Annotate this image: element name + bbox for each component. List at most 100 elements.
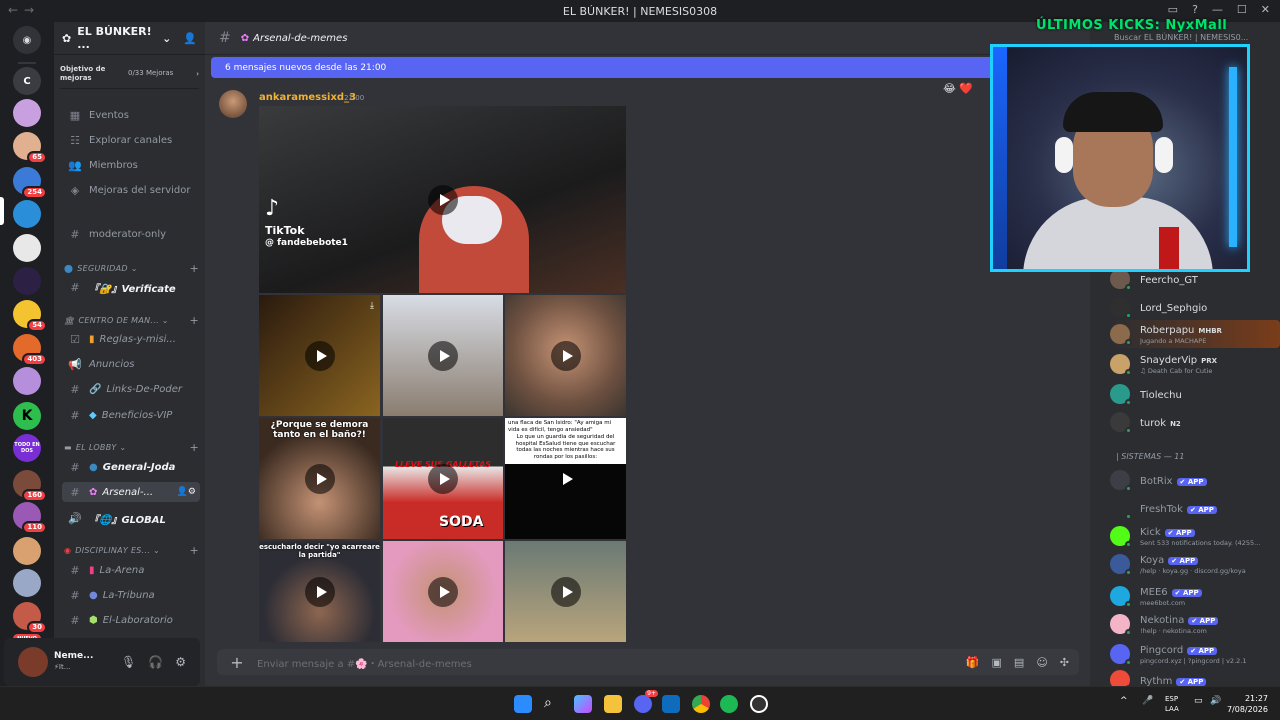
- search-input[interactable]: Buscar EL BÚNKER! | NEMESIS0...: [1114, 33, 1248, 42]
- member-item[interactable]: Roberpapu MHBR Jugando a MACHAPE: [1110, 320, 1280, 348]
- bot-member-item[interactable]: Kick ✔ APP Sent 533 notifications today. (…: [1110, 524, 1280, 548]
- category-seguridad[interactable]: ⬤ SEGURIDAD ⌄ +: [64, 262, 199, 275]
- play-icon[interactable]: [428, 340, 458, 371]
- category-disciplina[interactable]: ◉ DISCIPLINAY ES... ⌄ +: [64, 544, 199, 557]
- channel-la-arena[interactable]: # ▮ La-Arena: [62, 560, 200, 580]
- spotify-icon[interactable]: [720, 695, 738, 713]
- add-member-icon[interactable]: 👤: [183, 32, 197, 45]
- chevron-down-icon[interactable]: ⌄: [162, 32, 171, 45]
- copilot-icon[interactable]: [574, 695, 592, 713]
- server-icon[interactable]: [13, 367, 41, 395]
- media-video-7[interactable]: una flaca de San Isidro: "Ay amiga mi vi…: [505, 418, 626, 539]
- download-icon[interactable]: ⤓: [370, 301, 374, 311]
- discord-icon[interactable]: 9+: [634, 690, 658, 713]
- play-icon[interactable]: [551, 464, 581, 494]
- play-icon[interactable]: [304, 340, 335, 371]
- network-icon[interactable]: ▭: [1194, 696, 1203, 706]
- server-icon[interactable]: 254: [13, 167, 47, 199]
- server-icon[interactable]: 160: [13, 470, 47, 502]
- microphone-icon[interactable]: 🎙: [121, 655, 136, 669]
- message-avatar[interactable]: [219, 90, 247, 118]
- composer-input[interactable]: Enviar mensaje a #🌸・Arsenal-de-memes: [257, 655, 472, 670]
- add-attachment-button[interactable]: +: [217, 653, 257, 672]
- reaction-heart[interactable]: ❤️: [959, 82, 973, 95]
- server-icon[interactable]: [13, 569, 41, 597]
- emoji-icon[interactable]: ☺: [1036, 656, 1047, 669]
- minimize-button[interactable]: —: [1212, 3, 1223, 16]
- gift-icon[interactable]: 🎁: [966, 656, 980, 669]
- discord-home-icon[interactable]: ◉: [13, 26, 41, 54]
- member-item[interactable]: turok N2: [1110, 410, 1280, 434]
- member-item[interactable]: Lord_Sephgio: [1110, 295, 1280, 319]
- obs-icon[interactable]: [750, 695, 768, 713]
- server-icon[interactable]: [13, 99, 41, 127]
- message-reactions[interactable]: 😂 ❤️: [943, 82, 973, 95]
- chrome-icon[interactable]: [692, 695, 710, 713]
- server-icon[interactable]: 54: [13, 300, 47, 332]
- member-item[interactable]: SnayderVip PRX ♫ Death Cab for Cutie: [1110, 352, 1280, 376]
- tray-chevron-icon[interactable]: ^: [1120, 696, 1128, 706]
- bot-member-item[interactable]: BotRix ✔ APP: [1110, 468, 1280, 492]
- sidebar-item-events[interactable]: ▦ Eventos: [62, 105, 200, 125]
- server-icon[interactable]: [13, 267, 41, 295]
- invite-icon[interactable]: 👤⚙: [177, 487, 196, 497]
- message-author[interactable]: ankaramessixd_3: [259, 92, 356, 103]
- clock[interactable]: 21:27 7/08/2026: [1227, 693, 1268, 715]
- channel-verificate[interactable]: # 『🔐』Verificate: [62, 277, 200, 297]
- avatar[interactable]: [18, 647, 48, 677]
- microphone-tray-icon[interactable]: 🎤: [1142, 696, 1153, 706]
- channel-general-joda[interactable]: # ● General-Joda: [62, 457, 200, 477]
- add-channel-icon[interactable]: +: [189, 262, 199, 275]
- media-video-4[interactable]: [505, 295, 626, 416]
- help-icon[interactable]: ?: [1192, 3, 1198, 16]
- reaction-laugh[interactable]: 😂: [943, 82, 956, 95]
- server-icon[interactable]: 30: [13, 602, 47, 634]
- media-video-5[interactable]: ¿Porque se demora tanto en el baño?!: [259, 418, 380, 539]
- gear-icon[interactable]: ⚙: [175, 655, 186, 669]
- channel-global[interactable]: 🔊 『🌐』GLOBAL: [62, 508, 200, 528]
- play-icon[interactable]: [304, 463, 335, 494]
- media-video-10[interactable]: [505, 541, 626, 642]
- channel-la-tribuna[interactable]: # ● La-Tribuna: [62, 585, 200, 605]
- server-icon[interactable]: K: [13, 402, 41, 430]
- language-indicator[interactable]: ESP LAA: [1165, 694, 1179, 714]
- add-channel-icon[interactable]: +: [189, 314, 199, 327]
- outlook-icon[interactable]: [662, 695, 680, 713]
- apps-icon[interactable]: ✣: [1060, 656, 1069, 669]
- bot-member-item[interactable]: MEE6 ✔ APP mee6bot.com: [1110, 584, 1280, 608]
- maximize-button[interactable]: ☐: [1237, 3, 1247, 16]
- category-lobby[interactable]: ▬ EL LOBBY ⌄ +: [64, 441, 199, 454]
- server-icon[interactable]: [13, 234, 41, 262]
- channel-el-laboratorio[interactable]: # ⬢ El-Laboratorio: [62, 610, 200, 630]
- message-composer[interactable]: + Enviar mensaje a #🌸・Arsenal-de-memes 🎁…: [217, 649, 1079, 675]
- server-icon[interactable]: [13, 200, 41, 228]
- channel-reglas[interactable]: ☑ ▮ Reglas-y-misi...: [62, 329, 200, 349]
- close-button[interactable]: ✕: [1261, 3, 1270, 16]
- channel-moderator-only[interactable]: # moderator-only: [62, 224, 200, 244]
- guild-header[interactable]: ✿ EL BÚNKER! ... ⌄ 👤: [54, 22, 205, 55]
- search-icon[interactable]: ⌕: [544, 695, 562, 713]
- media-video-main[interactable]: ♪ TikTok @ fandebebote1: [259, 106, 626, 293]
- sidebar-item-members[interactable]: 👥 Miembros: [62, 155, 200, 175]
- gif-icon[interactable]: ▣: [992, 656, 1002, 669]
- server-icon[interactable]: 65: [13, 132, 47, 164]
- media-video-8[interactable]: escucharlo decir "yo acarreare la partid…: [259, 541, 380, 642]
- server-icon[interactable]: C: [13, 67, 41, 95]
- headphones-icon[interactable]: 🎧: [148, 655, 163, 669]
- media-video-9[interactable]: [383, 541, 503, 642]
- channel-links[interactable]: # 🔗 Links-De-Poder: [62, 379, 200, 399]
- server-icon[interactable]: 403: [13, 334, 47, 366]
- play-icon[interactable]: [428, 576, 458, 607]
- play-icon[interactable]: [550, 340, 581, 371]
- new-messages-bar[interactable]: 6 mensajes nuevos desde las 21:00: [211, 57, 1001, 78]
- add-channel-icon[interactable]: +: [189, 544, 199, 557]
- play-icon[interactable]: [428, 463, 458, 494]
- member-item[interactable]: Tiolechu: [1110, 382, 1280, 406]
- volume-icon[interactable]: 🔊: [1210, 696, 1221, 706]
- bot-member-item[interactable]: Nekotina ✔ APP !help · nekotina.com: [1110, 612, 1280, 636]
- channel-anuncios[interactable]: 📢 Anuncios: [62, 354, 200, 374]
- boost-goal[interactable]: Objetivo de mejoras 0/33 Mejoras ›: [60, 59, 199, 89]
- sidebar-item-boosts[interactable]: ◈ Mejoras del servidor: [62, 180, 200, 200]
- server-icon[interactable]: [13, 537, 41, 565]
- channel-arsenal-de-memes[interactable]: # ✿ Arsenal-... 👤⚙: [62, 482, 200, 502]
